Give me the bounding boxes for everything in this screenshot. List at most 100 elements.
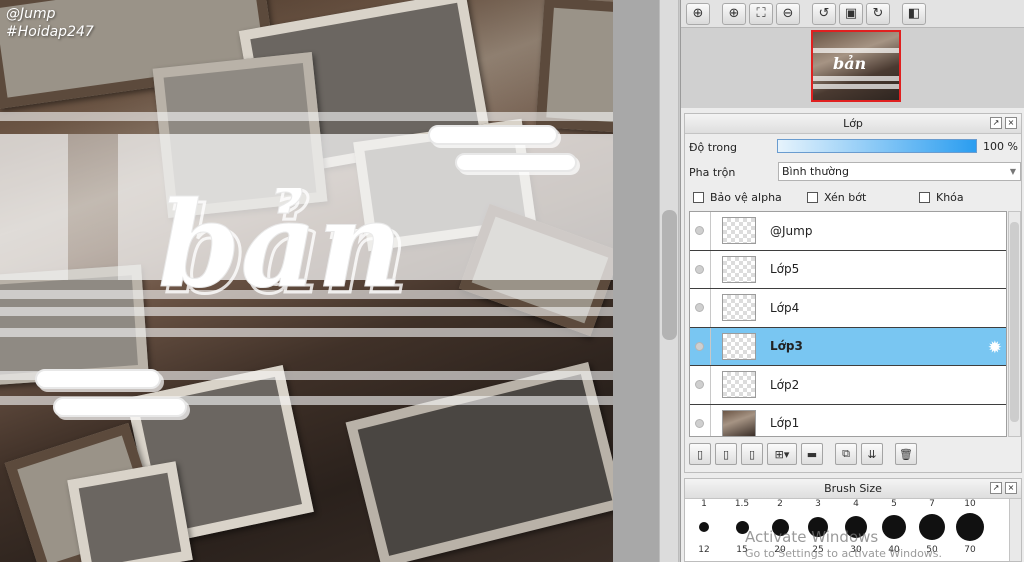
new-8bit-layer-icon[interactable]: ▯ bbox=[715, 443, 737, 465]
opacity-slider[interactable] bbox=[777, 139, 977, 153]
drawing-canvas[interactable]: bản bản @Jump #Hoidap247 bbox=[0, 0, 613, 562]
rotate-right-icon[interactable]: ↻ bbox=[866, 2, 890, 25]
visibility-toggle-icon[interactable] bbox=[695, 226, 704, 236]
brush-dot bbox=[699, 522, 709, 532]
visibility-toggle-icon[interactable] bbox=[695, 264, 704, 274]
brush-size-option[interactable]: 7 50 bbox=[913, 499, 951, 555]
visibility-toggle-icon[interactable] bbox=[695, 380, 704, 390]
layer-thumbnail bbox=[722, 371, 756, 399]
blend-mode-select[interactable]: Bình thường ▼ bbox=[778, 162, 1021, 181]
checkbox-box[interactable] bbox=[693, 192, 704, 203]
layer-name: @Jump bbox=[770, 223, 813, 238]
brush-size-option[interactable]: 10 70 bbox=[951, 499, 989, 555]
brush-stroke-pill bbox=[35, 369, 161, 389]
new-layer-icon[interactable]: ▯ bbox=[689, 443, 711, 465]
zoom-fit-icon[interactable]: ⊕ bbox=[686, 2, 710, 25]
layer-row[interactable]: Lớp5 bbox=[690, 250, 1006, 289]
layer-name: Lớp4 bbox=[770, 300, 800, 315]
checkbox-box[interactable] bbox=[919, 192, 930, 203]
brush-size-option[interactable]: 5 40 bbox=[875, 499, 913, 555]
brush-panel-scrollbar[interactable] bbox=[1009, 499, 1021, 561]
brush-dot bbox=[919, 514, 945, 540]
checkbox-lock[interactable]: Khóa bbox=[919, 191, 964, 204]
zoom-in-icon[interactable]: ⊕ bbox=[722, 2, 746, 25]
popout-icon[interactable]: ↗ bbox=[990, 482, 1002, 494]
script-lettering-fill: bản bbox=[158, 188, 403, 308]
layer-name: Lớp1 bbox=[770, 416, 800, 431]
watermark-hashtag: #Hoidap247 bbox=[6, 24, 94, 40]
activate-windows-notice: Activate Windows bbox=[745, 528, 879, 546]
layer-thumbnail bbox=[722, 255, 756, 283]
scrollbar-thumb[interactable] bbox=[662, 210, 677, 340]
gear-icon[interactable]: ✹ bbox=[988, 338, 1002, 358]
canvas-vertical-scrollbar[interactable] bbox=[659, 0, 679, 562]
trash-icon[interactable]: 🗑 bbox=[895, 443, 917, 465]
layer-row[interactable]: @Jump bbox=[690, 212, 1006, 251]
checkbox-box[interactable] bbox=[807, 192, 818, 203]
brush-size-option[interactable]: 1 12 bbox=[685, 499, 723, 555]
brush-size-label: 5 bbox=[891, 499, 897, 509]
overlay-band bbox=[0, 307, 613, 316]
photo-frame bbox=[345, 361, 613, 562]
layer-row[interactable]: Lớp2 bbox=[690, 366, 1006, 405]
brush-size-label: 1 bbox=[701, 499, 707, 509]
checkbox-clipping[interactable]: Xén bớt bbox=[807, 191, 866, 204]
opacity-label: Độ trong bbox=[689, 141, 738, 154]
overlay-band bbox=[0, 112, 613, 121]
flip-icon[interactable]: ◧ bbox=[902, 2, 926, 25]
blend-mode-value: Bình thường bbox=[782, 165, 849, 178]
watermark: @Jump #Hoidap247 bbox=[6, 5, 94, 41]
checkbox-protect-alpha[interactable]: Bảo vệ alpha bbox=[693, 191, 782, 204]
folder-icon[interactable]: ▬ bbox=[801, 443, 823, 465]
layer-row[interactable]: Lớp1 bbox=[690, 404, 1006, 436]
rotate-left-icon[interactable]: ↺ bbox=[812, 2, 836, 25]
brush-size-label: 1.5 bbox=[734, 499, 750, 509]
brush-size-label: 12 bbox=[698, 545, 710, 555]
reset-view-icon[interactable]: ▣ bbox=[839, 2, 863, 25]
overlay-band bbox=[0, 134, 68, 280]
close-icon[interactable]: × bbox=[1005, 117, 1017, 129]
layer-panel-title-text: Lớp bbox=[843, 117, 863, 130]
view-toolbar: ⊕ ⊕ ⛶ ⊖ ↺ ▣ ↻ ◧ bbox=[681, 0, 1024, 28]
navigator-preview[interactable]: bản bbox=[811, 30, 901, 102]
visibility-toggle-icon[interactable] bbox=[695, 303, 704, 313]
brush-dot bbox=[956, 513, 984, 541]
add-layer-menu-icon[interactable]: ⊞▾ bbox=[767, 443, 797, 465]
checkbox-label: Bảo vệ alpha bbox=[710, 191, 782, 204]
script-lettering: bản bản bbox=[158, 188, 410, 308]
popout-icon[interactable]: ↗ bbox=[990, 117, 1002, 129]
zoom-out-icon[interactable]: ⊖ bbox=[776, 2, 800, 25]
preview-lettering: bản bbox=[833, 54, 867, 73]
layer-list-scrollbar[interactable] bbox=[1008, 211, 1021, 437]
scrollbar-thumb[interactable] bbox=[1010, 222, 1019, 422]
fit-screen-icon[interactable]: ⛶ bbox=[749, 2, 773, 25]
brush-stroke-pill bbox=[455, 153, 577, 172]
preview-band bbox=[813, 48, 899, 53]
app-window: bản bản @Jump #Hoidap247 ⊕ ⊕ ⛶ ⊖ ↺ ▣ ↻ ◧ bbox=[0, 0, 1024, 562]
chevron-down-icon: ▼ bbox=[1009, 167, 1016, 176]
merge-down-icon[interactable]: ⇊ bbox=[861, 443, 883, 465]
duplicate-layer-icon[interactable]: ⧉ bbox=[835, 443, 857, 465]
layer-row-selected[interactable]: Lớp3 ✹ bbox=[690, 327, 1006, 366]
overlay-band bbox=[0, 328, 613, 337]
new-1bit-layer-icon[interactable]: ▯ bbox=[741, 443, 763, 465]
layer-list: @Jump Lớp5 Lớp4 Lớp3 ✹ Lớp2 Lớp1 bbox=[689, 211, 1007, 437]
brush-size-label: 7 bbox=[929, 499, 935, 509]
brush-size-label: 3 bbox=[815, 499, 821, 509]
brush-panel-title: Brush Size ↗ × bbox=[685, 479, 1021, 499]
visibility-toggle-icon[interactable] bbox=[695, 418, 704, 428]
brush-panel-title-text: Brush Size bbox=[824, 482, 882, 495]
checkbox-label: Khóa bbox=[936, 191, 964, 204]
brush-size-label: 4 bbox=[853, 499, 859, 509]
photo-frame bbox=[0, 264, 149, 386]
layer-row[interactable]: Lớp4 bbox=[690, 289, 1006, 328]
brush-size-label: 2 bbox=[777, 499, 783, 509]
layer-name: Lớp5 bbox=[770, 262, 800, 277]
brush-size-label: 10 bbox=[964, 499, 976, 509]
visibility-toggle-icon[interactable] bbox=[695, 341, 704, 351]
activate-windows-subtext: Go to Settings to activate Windows. bbox=[745, 547, 943, 560]
layer-thumbnail bbox=[722, 294, 756, 322]
close-icon[interactable]: × bbox=[1005, 482, 1017, 494]
layer-name: Lớp3 bbox=[770, 339, 803, 354]
brush-size-label: 70 bbox=[964, 545, 976, 555]
